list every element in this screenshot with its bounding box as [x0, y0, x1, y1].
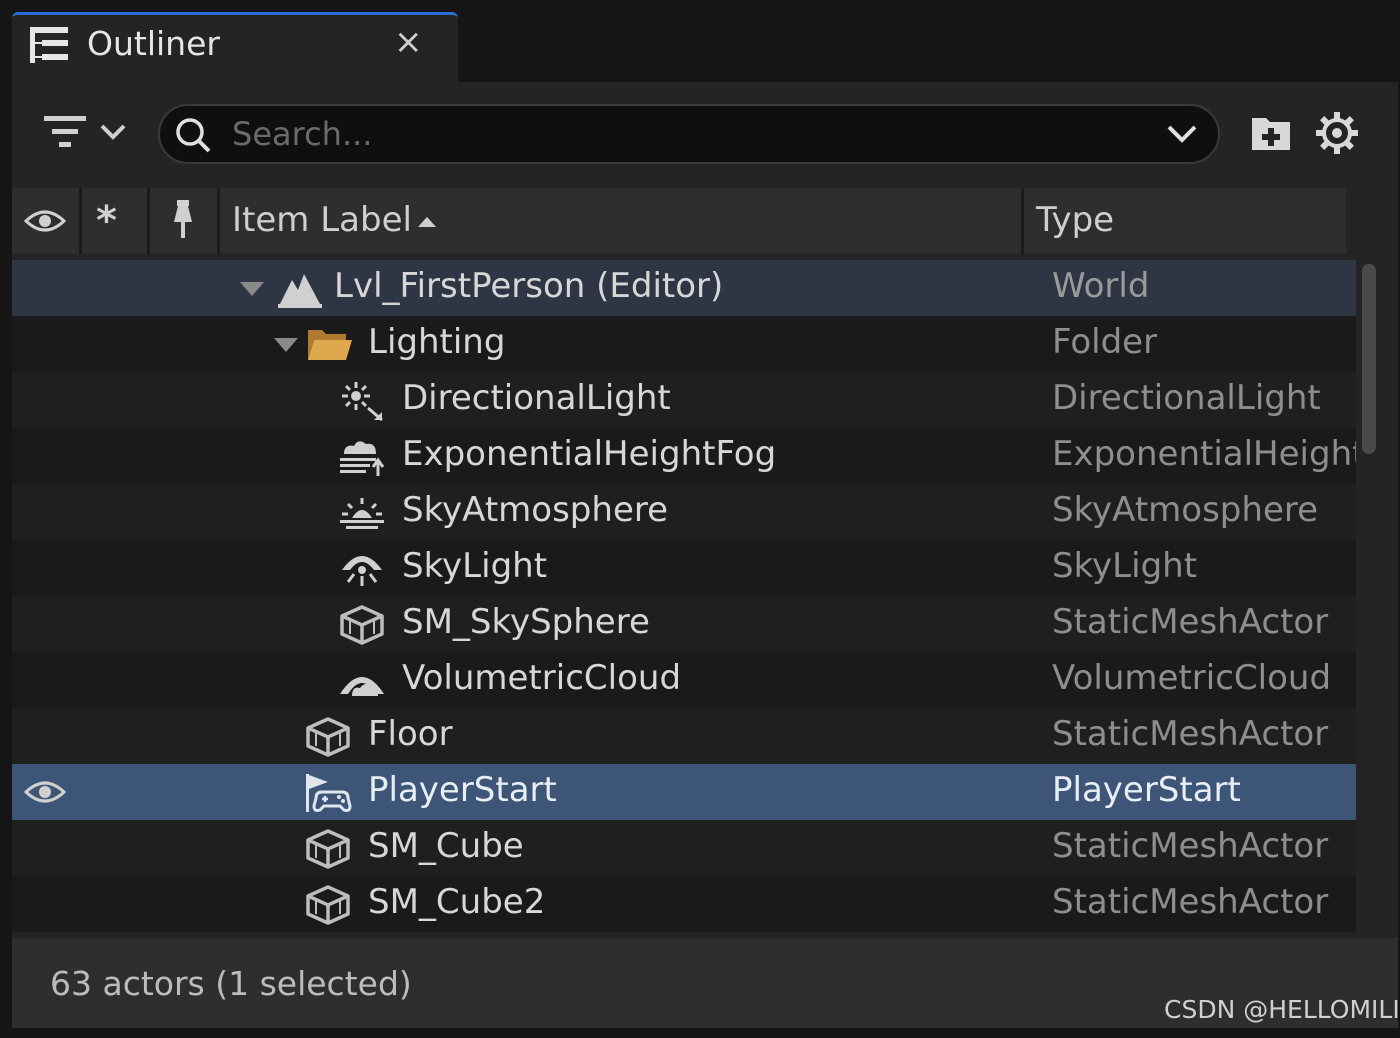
row-label: ExponentialHeightFog — [402, 434, 777, 474]
expand-arrow-icon[interactable] — [238, 280, 266, 298]
column-header: * Item Label Type — [12, 188, 1346, 254]
tree-row-actor[interactable]: SM_SkySphere StaticMeshActor — [12, 596, 1356, 652]
tab-title: Outliner — [87, 24, 220, 63]
column-pinned[interactable] — [150, 188, 220, 254]
asterisk-glyph: * — [96, 198, 117, 244]
new-folder-icon[interactable] — [1248, 110, 1294, 156]
tree-row-actor[interactable]: SM_Cube2 StaticMeshActor — [12, 876, 1356, 932]
watermark: CSDN @HELLOMILI — [1164, 995, 1400, 1024]
actor-count-status: 63 actors (1 selected) — [50, 964, 412, 1003]
vertical-scrollbar[interactable] — [1358, 264, 1380, 924]
volumetric-cloud-icon — [340, 677, 384, 696]
height-fog-icon — [340, 441, 385, 476]
row-label: PlayerStart — [368, 770, 557, 810]
row-label: VolumetricCloud — [402, 658, 682, 698]
search-input[interactable] — [232, 112, 1132, 156]
filter-icon[interactable] — [42, 112, 134, 156]
folder-icon — [308, 330, 352, 360]
row-label: Lighting — [368, 322, 506, 362]
outliner-panel: * Item Label Type Lvl_FirstPerson (Edito… — [12, 82, 1398, 1028]
row-type: SkyAtmosphere — [1052, 490, 1319, 530]
static-mesh-icon — [338, 604, 386, 646]
row-type: VolumetricCloud — [1052, 658, 1332, 698]
row-type: StaticMeshActor — [1052, 882, 1329, 922]
outliner-tree: Lvl_FirstPerson (Editor) World Lighting … — [12, 260, 1356, 932]
toolbar — [12, 82, 1398, 186]
chevron-down-icon[interactable] — [1166, 120, 1198, 148]
sky-atmosphere-icon — [340, 498, 384, 529]
expand-arrow-icon[interactable] — [272, 336, 300, 354]
column-type-text: Type — [1036, 200, 1115, 240]
eye-icon — [24, 207, 66, 235]
row-type: SkyLight — [1052, 546, 1198, 586]
tree-row-actor[interactable]: ExponentialHeightFog ExponentialHeightFo… — [12, 428, 1356, 484]
row-label: SkyAtmosphere — [402, 490, 669, 530]
row-type: Folder — [1052, 322, 1158, 362]
row-type: StaticMeshActor — [1052, 714, 1329, 754]
column-unsaved[interactable]: * — [82, 188, 150, 254]
row-type: PlayerStart — [1052, 770, 1241, 810]
sky-light-icon — [342, 556, 382, 586]
row-type: World — [1052, 266, 1150, 306]
tab-strip: Outliner × — [0, 0, 1400, 82]
column-visibility[interactable] — [12, 188, 82, 254]
scrollbar-thumb[interactable] — [1362, 264, 1376, 454]
tree-row-actor[interactable]: SM_Cube StaticMeshActor — [12, 820, 1356, 876]
pin-icon — [174, 200, 192, 238]
tree-row-folder[interactable]: Lighting Folder — [12, 316, 1356, 372]
row-type: StaticMeshActor — [1052, 602, 1329, 642]
tree-row-actor[interactable]: VolumetricCloud VolumetricCloud — [12, 652, 1356, 708]
row-type: StaticMeshActor — [1052, 826, 1329, 866]
static-mesh-icon — [304, 828, 352, 870]
row-label: Floor — [368, 714, 453, 754]
tree-row-world[interactable]: Lvl_FirstPerson (Editor) World — [12, 260, 1356, 316]
row-label: DirectionalLight — [402, 378, 671, 418]
row-type: ExponentialHeightFog — [1052, 434, 1356, 474]
static-mesh-icon — [304, 716, 352, 758]
tree-row-actor[interactable]: Floor StaticMeshActor — [12, 708, 1356, 764]
tree-row-actor[interactable]: SkyLight SkyLight — [12, 540, 1356, 596]
tree-row-actor[interactable]: SkyAtmosphere SkyAtmosphere — [12, 484, 1356, 540]
sort-ascending-icon — [418, 217, 436, 227]
world-icon — [278, 274, 322, 308]
search-icon — [176, 118, 211, 153]
row-label: SM_Cube — [368, 826, 524, 866]
row-label: SM_Cube2 — [368, 882, 546, 922]
eye-icon[interactable] — [24, 778, 66, 806]
close-icon[interactable]: × — [394, 25, 423, 59]
row-label: SkyLight — [402, 546, 548, 586]
search-box[interactable] — [158, 104, 1220, 164]
tab-outliner[interactable]: Outliner × — [12, 12, 458, 82]
player-start-icon — [306, 774, 352, 812]
static-mesh-icon — [304, 884, 352, 926]
row-label: SM_SkySphere — [402, 602, 650, 642]
row-type: DirectionalLight — [1052, 378, 1321, 418]
column-label-text: Item Label — [232, 200, 412, 240]
row-label: Lvl_FirstPerson (Editor) — [334, 266, 724, 306]
gear-icon[interactable] — [1314, 110, 1360, 156]
tree-row-actor-selected[interactable]: PlayerStart PlayerStart — [12, 764, 1356, 820]
directional-light-icon — [342, 382, 383, 422]
tree-row-actor[interactable]: DirectionalLight DirectionalLight — [12, 372, 1356, 428]
outliner-icon — [30, 27, 68, 63]
